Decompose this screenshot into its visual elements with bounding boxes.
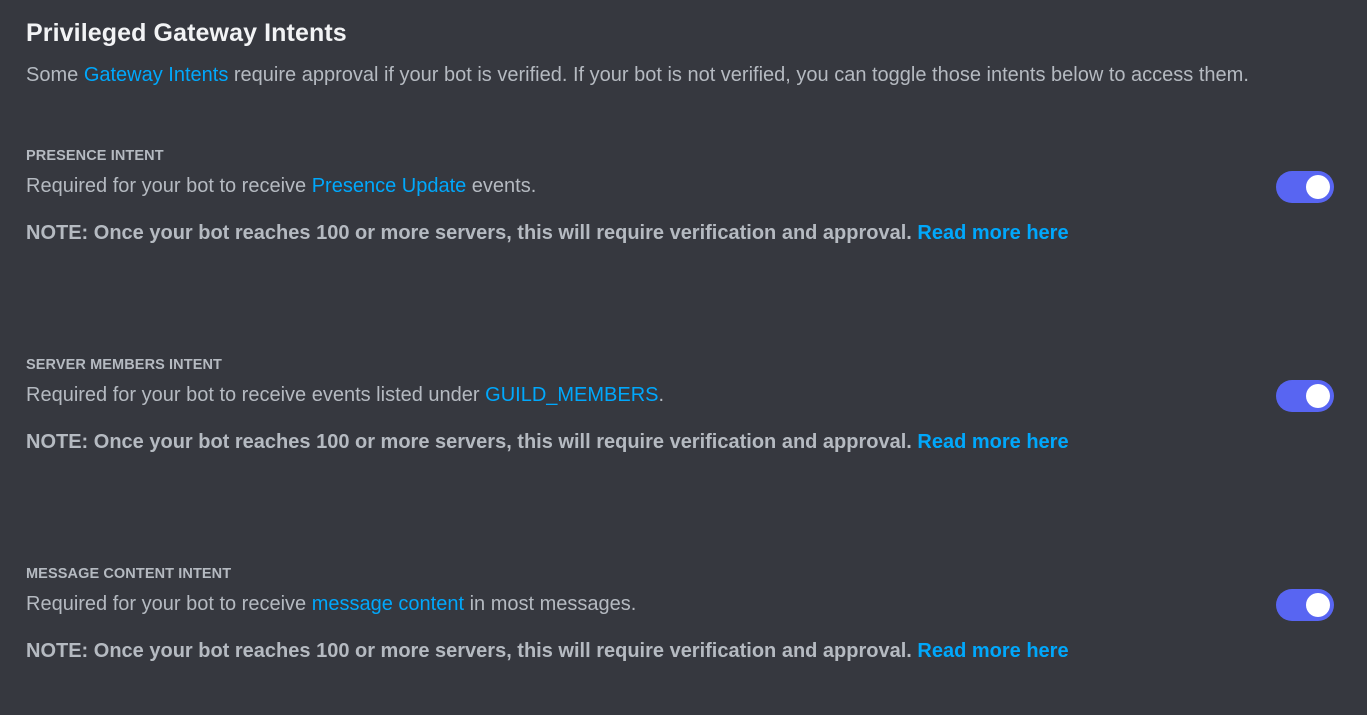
presence-update-link[interactable]: Presence Update <box>312 175 467 197</box>
description-suffix: . <box>658 384 665 406</box>
presence-intent-section: PRESENCE INTENT Required for your bot to… <box>26 148 1336 278</box>
section-heading: PRESENCE INTENT <box>26 148 164 164</box>
section-heading: SERVER MEMBERS INTENT <box>26 357 222 373</box>
read-more-link[interactable]: Read more here <box>917 431 1068 453</box>
guild-members-link[interactable]: GUILD_MEMBERS <box>485 384 658 406</box>
description-suffix: events. <box>466 175 537 197</box>
message-content-intent-section: MESSAGE CONTENT INTENT Required for your… <box>26 566 1336 696</box>
subtitle-prefix: Some <box>26 64 84 86</box>
section-description: Required for your bot to receive message… <box>26 593 636 616</box>
description-prefix: Required for your bot to receive events … <box>26 384 486 406</box>
gateway-intents-link[interactable]: Gateway Intents <box>84 64 229 86</box>
description-suffix: in most messages. <box>464 593 637 615</box>
toggle-knob <box>1306 175 1330 199</box>
section-heading: MESSAGE CONTENT INTENT <box>26 566 232 582</box>
page-subtitle: Some Gateway Intents require approval if… <box>26 64 1249 87</box>
section-note: NOTE: Once your bot reaches 100 or more … <box>26 640 1069 663</box>
read-more-link[interactable]: Read more here <box>917 640 1068 662</box>
page-title: Privileged Gateway Intents <box>26 19 347 47</box>
section-description: Required for your bot to receive Presenc… <box>26 175 536 198</box>
message-content-link[interactable]: message content <box>312 593 464 615</box>
toggle-knob <box>1306 384 1330 408</box>
presence-intent-toggle[interactable] <box>1276 171 1334 203</box>
description-prefix: Required for your bot to receive <box>26 593 312 615</box>
server-members-intent-section: SERVER MEMBERS INTENT Required for your … <box>26 357 1336 487</box>
message-content-intent-toggle[interactable] <box>1276 589 1334 621</box>
section-note: NOTE: Once your bot reaches 100 or more … <box>26 431 1069 454</box>
section-note: NOTE: Once your bot reaches 100 or more … <box>26 222 1069 245</box>
read-more-link[interactable]: Read more here <box>917 222 1068 244</box>
note-text: NOTE: Once your bot reaches 100 or more … <box>26 431 918 453</box>
note-text: NOTE: Once your bot reaches 100 or more … <box>26 640 918 662</box>
toggle-knob <box>1306 593 1330 617</box>
description-prefix: Required for your bot to receive <box>26 175 312 197</box>
subtitle-suffix: require approval if your bot is verified… <box>228 64 1249 86</box>
note-text: NOTE: Once your bot reaches 100 or more … <box>26 222 918 244</box>
server-members-intent-toggle[interactable] <box>1276 380 1334 412</box>
section-description: Required for your bot to receive events … <box>26 384 664 407</box>
privileged-intents-page: Privileged Gateway Intents Some Gateway … <box>0 0 1367 715</box>
